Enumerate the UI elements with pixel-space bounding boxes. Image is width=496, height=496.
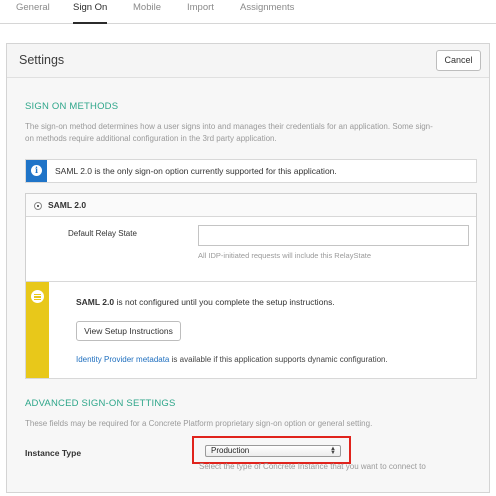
sign-on-methods-description-line2: on methods require additional configurat… (25, 134, 277, 143)
identity-provider-metadata-link[interactable]: Identity Provider metadata (76, 355, 169, 364)
warning-strip (26, 282, 49, 378)
panel-title: Settings (19, 53, 65, 67)
info-icon: i (31, 165, 42, 176)
saml-radio-button[interactable] (34, 202, 42, 210)
advanced-settings-description: These fields may be required for a Concr… (25, 419, 373, 428)
info-text: SAML 2.0 is the only sign-on option curr… (55, 166, 337, 176)
sign-on-methods-heading: SIGN ON METHODS (25, 101, 119, 112)
view-setup-instructions-button[interactable]: View Setup Instructions (76, 321, 181, 341)
info-banner: i SAML 2.0 is the only sign-on option cu… (25, 159, 477, 183)
tab-general[interactable]: General (16, 2, 50, 13)
cancel-button[interactable]: Cancel (436, 50, 481, 71)
relay-state-label: Default Relay State (68, 229, 137, 238)
tab-bar: General Sign On Mobile Import Assignment… (0, 0, 496, 24)
tab-mobile[interactable]: Mobile (133, 2, 161, 13)
tab-import[interactable]: Import (187, 2, 214, 13)
setup-notice-text: SAML 2.0 is not configured until you com… (76, 297, 335, 307)
settings-panel: Settings Cancel SIGN ON METHODS The sign… (6, 43, 490, 493)
relay-state-hint: All IDP-initiated requests will include … (198, 251, 371, 260)
instance-type-select[interactable]: Production ▲ ▼ (205, 445, 341, 457)
relay-state-input[interactable] (198, 225, 469, 246)
instance-type-value: Production (211, 446, 250, 455)
setup-notice: SAML 2.0 is not configured until you com… (25, 281, 477, 379)
setup-notice-message: is not configured until you complete the… (114, 297, 335, 307)
instance-type-hint: Select the type of Concrete Instance tha… (199, 462, 426, 471)
info-icon-strip: i (26, 160, 47, 182)
tab-sign-on[interactable]: Sign On (73, 2, 108, 24)
setup-notice-bold: SAML 2.0 (76, 297, 115, 307)
advanced-settings-heading: ADVANCED SIGN-ON SETTINGS (25, 398, 176, 409)
panel-header: Settings Cancel (7, 44, 489, 78)
list-icon (31, 290, 44, 303)
select-arrows-icon: ▲ ▼ (330, 446, 336, 456)
saml-option-header: SAML 2.0 (26, 194, 476, 217)
sign-on-methods-description-line1: The sign-on method determines how a user… (25, 122, 433, 131)
metadata-note: Identity Provider metadata is available … (76, 355, 388, 364)
metadata-note-text: is available if this application support… (169, 355, 388, 364)
instance-type-label: Instance Type (25, 448, 82, 458)
instance-type-highlight: Production ▲ ▼ (192, 436, 351, 464)
saml-option-label[interactable]: SAML 2.0 (48, 200, 86, 210)
tab-assignments[interactable]: Assignments (240, 2, 294, 13)
